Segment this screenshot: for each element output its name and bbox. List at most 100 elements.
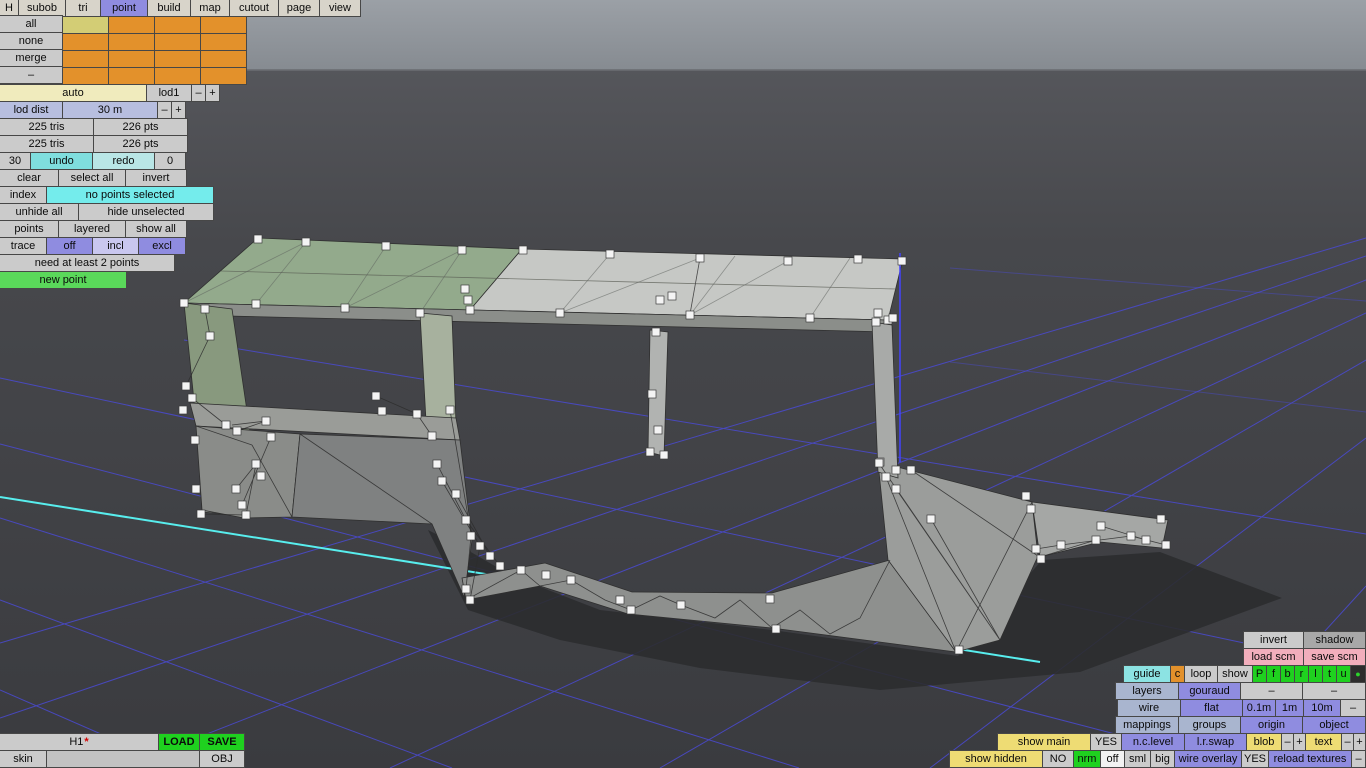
vertex-handle[interactable] <box>495 561 505 571</box>
vertex-handle[interactable] <box>461 584 471 594</box>
vertex-handle[interactable] <box>1036 554 1046 564</box>
flat-button[interactable]: flat <box>1180 699 1243 717</box>
collapse-button[interactable]: – <box>0 66 63 84</box>
vertex-handle[interactable] <box>667 291 677 301</box>
vertex-handle[interactable] <box>906 465 916 475</box>
subobject-cell[interactable] <box>108 33 155 51</box>
vertex-handle[interactable] <box>205 331 215 341</box>
nrm-sml-button[interactable]: sml <box>1124 750 1151 768</box>
vertex-handle[interactable] <box>853 254 863 264</box>
vertex-handle[interactable] <box>765 594 775 604</box>
subobject-cell[interactable] <box>62 33 109 51</box>
vertex-handle[interactable] <box>541 570 551 580</box>
vertex-handle[interactable] <box>1031 544 1041 554</box>
grid-1m-button[interactable]: 1m <box>1275 699 1304 717</box>
vertex-handle[interactable] <box>881 472 891 482</box>
vertex-handle[interactable] <box>1156 514 1166 524</box>
subobject-cell[interactable] <box>108 16 155 34</box>
lod-plus-button[interactable]: + <box>205 84 220 102</box>
vertex-handle[interactable] <box>232 426 242 436</box>
vertex-handle[interactable] <box>655 295 665 305</box>
vertex-handle[interactable] <box>645 447 655 457</box>
subobject-cell[interactable] <box>62 50 109 68</box>
vertex-handle[interactable] <box>261 416 271 426</box>
wire-overlay-button[interactable]: wire overlay <box>1174 750 1242 768</box>
index-button[interactable]: index <box>0 186 47 204</box>
wire-button[interactable]: wire <box>1117 699 1181 717</box>
clear-button[interactable]: clear <box>0 169 59 187</box>
save-button[interactable]: SAVE <box>199 733 245 751</box>
vertex-handle[interactable] <box>771 624 781 634</box>
merge-button[interactable]: merge <box>0 49 63 67</box>
vertex-handle[interactable] <box>445 405 455 415</box>
vertex-handle[interactable] <box>463 295 473 305</box>
trace-button[interactable]: trace <box>0 237 47 255</box>
nrm-big-button[interactable]: big <box>1150 750 1175 768</box>
subobject-cell[interactable] <box>154 50 201 68</box>
vertex-handle[interactable] <box>651 327 661 337</box>
tab-point[interactable]: point <box>100 0 148 17</box>
skin-name-field[interactable] <box>46 750 200 768</box>
vertex-handle[interactable] <box>1091 535 1101 545</box>
trace-off-button[interactable]: off <box>46 237 93 255</box>
show-button[interactable]: show <box>1217 665 1253 683</box>
gouraud-button[interactable]: gouraud <box>1178 682 1241 700</box>
vertex-handle[interactable] <box>888 313 898 323</box>
nc-level-button[interactable]: n.c.level <box>1121 733 1185 751</box>
model-name-field[interactable]: H1 * <box>0 733 159 751</box>
skin-button[interactable]: skin <box>0 750 47 768</box>
vertex-handle[interactable] <box>891 484 901 494</box>
vertex-handle[interactable] <box>891 465 901 475</box>
lod-auto-button[interactable]: auto <box>0 84 147 102</box>
groups-button[interactable]: groups <box>1178 716 1241 734</box>
view-r-button[interactable]: r <box>1294 665 1309 683</box>
guide-button[interactable]: guide <box>1123 665 1171 683</box>
vertex-handle[interactable] <box>371 391 381 401</box>
points-button[interactable]: points <box>0 220 59 238</box>
hide-unselected-button[interactable]: hide unselected <box>78 203 214 221</box>
invert-selection-button[interactable]: invert <box>125 169 187 187</box>
text-plus-button[interactable]: + <box>1353 733 1366 751</box>
vertex-handle[interactable] <box>237 500 247 510</box>
dash-button[interactable]: – <box>1340 699 1366 717</box>
vertex-handle[interactable] <box>1141 535 1151 545</box>
tab-map[interactable]: map <box>190 0 230 17</box>
vertex-handle[interactable] <box>1026 504 1036 514</box>
lod-dist-minus-button[interactable]: – <box>157 101 172 119</box>
vertex-handle[interactable] <box>196 509 206 519</box>
subobject-cell[interactable] <box>154 33 201 51</box>
show-hidden-button[interactable]: show hidden <box>949 750 1043 768</box>
redo-button[interactable]: redo <box>92 152 155 170</box>
grid-10m-button[interactable]: 10m <box>1303 699 1341 717</box>
vertex-handle[interactable] <box>605 249 615 259</box>
loop-button[interactable]: loop <box>1184 665 1218 683</box>
tab-cutout[interactable]: cutout <box>229 0 279 17</box>
vertex-handle[interactable] <box>783 256 793 266</box>
vertex-handle[interactable] <box>457 245 467 255</box>
vertex-handle[interactable] <box>437 476 447 486</box>
grid-01m-button[interactable]: 0.1m <box>1242 699 1276 717</box>
vertex-handle[interactable] <box>256 471 266 481</box>
lr-swap-button[interactable]: l.r.swap <box>1184 733 1247 751</box>
vertex-handle[interactable] <box>685 310 695 320</box>
dash-button[interactable]: – <box>1302 682 1366 700</box>
nrm-off-button[interactable]: off <box>1100 750 1125 768</box>
new-point-button[interactable]: new point <box>0 271 127 289</box>
none-button[interactable]: none <box>0 32 63 50</box>
tab-view[interactable]: view <box>319 0 361 17</box>
unhide-all-button[interactable]: unhide all <box>0 203 79 221</box>
vertex-handle[interactable] <box>221 420 231 430</box>
vertex-handle[interactable] <box>871 317 881 327</box>
lod-select-button[interactable]: lod1 <box>146 84 192 102</box>
nrm-button[interactable]: nrm <box>1073 750 1101 768</box>
vertex-handle[interactable] <box>377 406 387 416</box>
shadow-button[interactable]: shadow <box>1303 631 1366 649</box>
layered-button[interactable]: layered <box>58 220 126 238</box>
tab-build[interactable]: build <box>147 0 191 17</box>
vertex-handle[interactable] <box>1161 540 1171 550</box>
vertex-handle[interactable] <box>1021 491 1031 501</box>
view-t-button[interactable]: t <box>1322 665 1337 683</box>
vertex-handle[interactable] <box>415 308 425 318</box>
vertex-handle[interactable] <box>475 541 485 551</box>
vertex-handle[interactable] <box>874 458 884 468</box>
